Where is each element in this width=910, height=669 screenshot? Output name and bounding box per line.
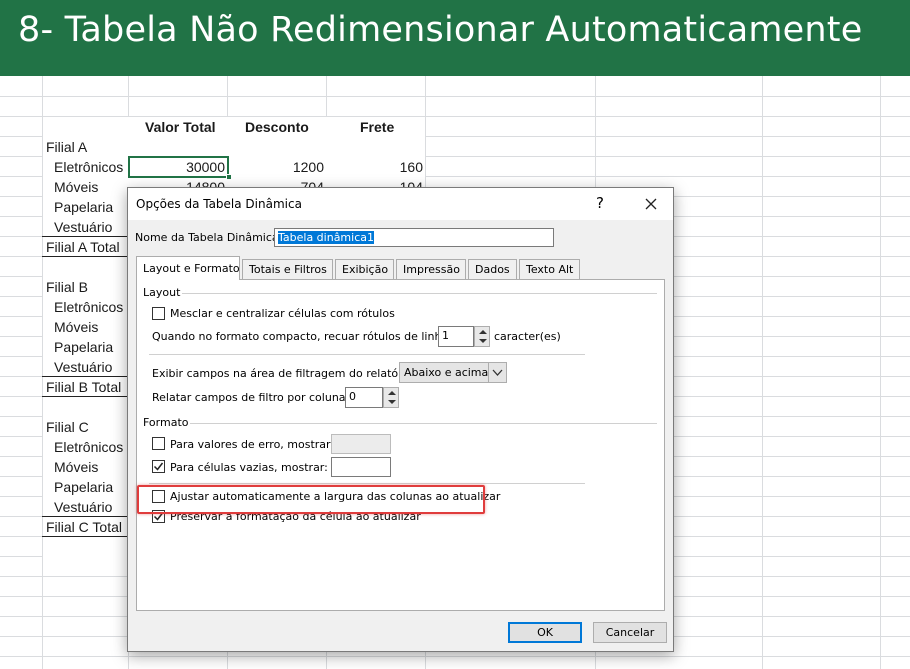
filter-area-dropdown[interactable]: Abaixo e acima bbox=[399, 362, 507, 383]
row-label: Papelaria bbox=[54, 339, 114, 355]
group-label: Filial A bbox=[46, 139, 88, 155]
ok-button[interactable]: OK bbox=[508, 622, 582, 643]
filter-area-value: Abaixo e acima bbox=[404, 366, 489, 379]
merge-label: Mesclar e centralizar células com rótulo… bbox=[170, 307, 395, 320]
row-label: Móveis bbox=[54, 319, 99, 335]
row-label: Eletrônicos bbox=[54, 439, 124, 455]
row-label: Vestuário bbox=[54, 219, 113, 235]
help-icon[interactable]: ? bbox=[596, 194, 604, 212]
group-total-label: Filial A Total bbox=[46, 239, 120, 255]
table-name-label: Nome da Tabela Dinâmica: bbox=[135, 231, 283, 244]
pivot-options-dialog: Opções da Tabela Dinâmica ? Nome da Tabe… bbox=[127, 187, 674, 652]
format-section-title: Formato bbox=[143, 416, 189, 429]
cancel-button[interactable]: Cancelar bbox=[593, 622, 667, 643]
dialog-title: Opções da Tabela Dinâmica bbox=[136, 197, 302, 211]
chevron-down-icon bbox=[488, 363, 506, 382]
filter-cols-value: 0 bbox=[349, 390, 356, 403]
group-label: Filial B bbox=[46, 279, 89, 295]
indent-unit: caracter(es) bbox=[494, 330, 561, 343]
indent-input[interactable]: 1 bbox=[438, 326, 474, 347]
row-label: Móveis bbox=[54, 179, 99, 195]
indent-value: 1 bbox=[442, 329, 449, 342]
tab-layout-formato[interactable]: Layout e Formato bbox=[136, 256, 240, 280]
filter-area-label: Exibir campos na área de filtragem do re… bbox=[152, 367, 417, 380]
empty-checkbox[interactable] bbox=[152, 460, 165, 473]
tab-exibicao[interactable]: Exibição bbox=[335, 259, 394, 279]
group-total-label: Filial B Total bbox=[46, 379, 122, 395]
tab-totais-filtros[interactable]: Totais e Filtros bbox=[242, 259, 333, 279]
filter-cols-spinner[interactable] bbox=[383, 387, 399, 408]
header-valor-total: Valor Total bbox=[145, 119, 216, 135]
group-label: Filial C bbox=[46, 419, 89, 435]
error-checkbox[interactable] bbox=[152, 437, 165, 450]
row-label: Papelaria bbox=[54, 199, 114, 215]
group-total-label: Filial C Total bbox=[46, 519, 122, 535]
row-label: Móveis bbox=[54, 459, 99, 475]
filter-cols-input[interactable]: 0 bbox=[345, 387, 383, 408]
row-label: Papelaria bbox=[54, 479, 114, 495]
empty-value-input[interactable] bbox=[331, 457, 391, 477]
tab-texto-alt[interactable]: Texto Alt bbox=[519, 259, 580, 279]
header-frete: Frete bbox=[360, 119, 395, 135]
error-value-input[interactable] bbox=[331, 434, 391, 454]
cell-valor: 30000 bbox=[186, 159, 225, 175]
dialog-titlebar[interactable]: Opções da Tabela Dinâmica ? bbox=[128, 188, 673, 220]
row-label: Vestuário bbox=[54, 359, 113, 375]
table-name-input[interactable]: Tabela dinâmica1 bbox=[274, 228, 554, 247]
layout-section-title: Layout bbox=[143, 286, 181, 299]
error-label: Para valores de erro, mostrar: bbox=[170, 438, 335, 451]
empty-label: Para células vazias, mostrar: bbox=[170, 461, 328, 474]
indent-label: Quando no formato compacto, recuar rótul… bbox=[152, 330, 452, 343]
indent-spinner[interactable] bbox=[474, 326, 490, 347]
row-label: Eletrônicos bbox=[54, 299, 124, 315]
filter-cols-label: Relatar campos de filtro por coluna: bbox=[152, 391, 350, 404]
banner-title: 8- Tabela Não Redimensionar Automaticame… bbox=[18, 10, 863, 50]
highlight-box bbox=[137, 485, 485, 514]
tab-impressao[interactable]: Impressão bbox=[396, 259, 466, 279]
tab-panel: Layout Mesclar e centralizar células com… bbox=[136, 279, 665, 611]
cell-frete: 160 bbox=[399, 159, 423, 175]
header-desconto: Desconto bbox=[245, 119, 309, 135]
title-banner: 8- Tabela Não Redimensionar Automaticame… bbox=[0, 0, 910, 76]
table-name-value: Tabela dinâmica1 bbox=[278, 231, 374, 244]
merge-checkbox[interactable] bbox=[152, 307, 165, 320]
row-label: Vestuário bbox=[54, 499, 113, 515]
tab-dados[interactable]: Dados bbox=[468, 259, 517, 279]
cell-desconto: 1200 bbox=[292, 159, 324, 175]
checkmark-icon bbox=[153, 462, 164, 471]
close-icon[interactable] bbox=[640, 193, 662, 215]
row-label: Eletrônicos bbox=[54, 159, 124, 175]
